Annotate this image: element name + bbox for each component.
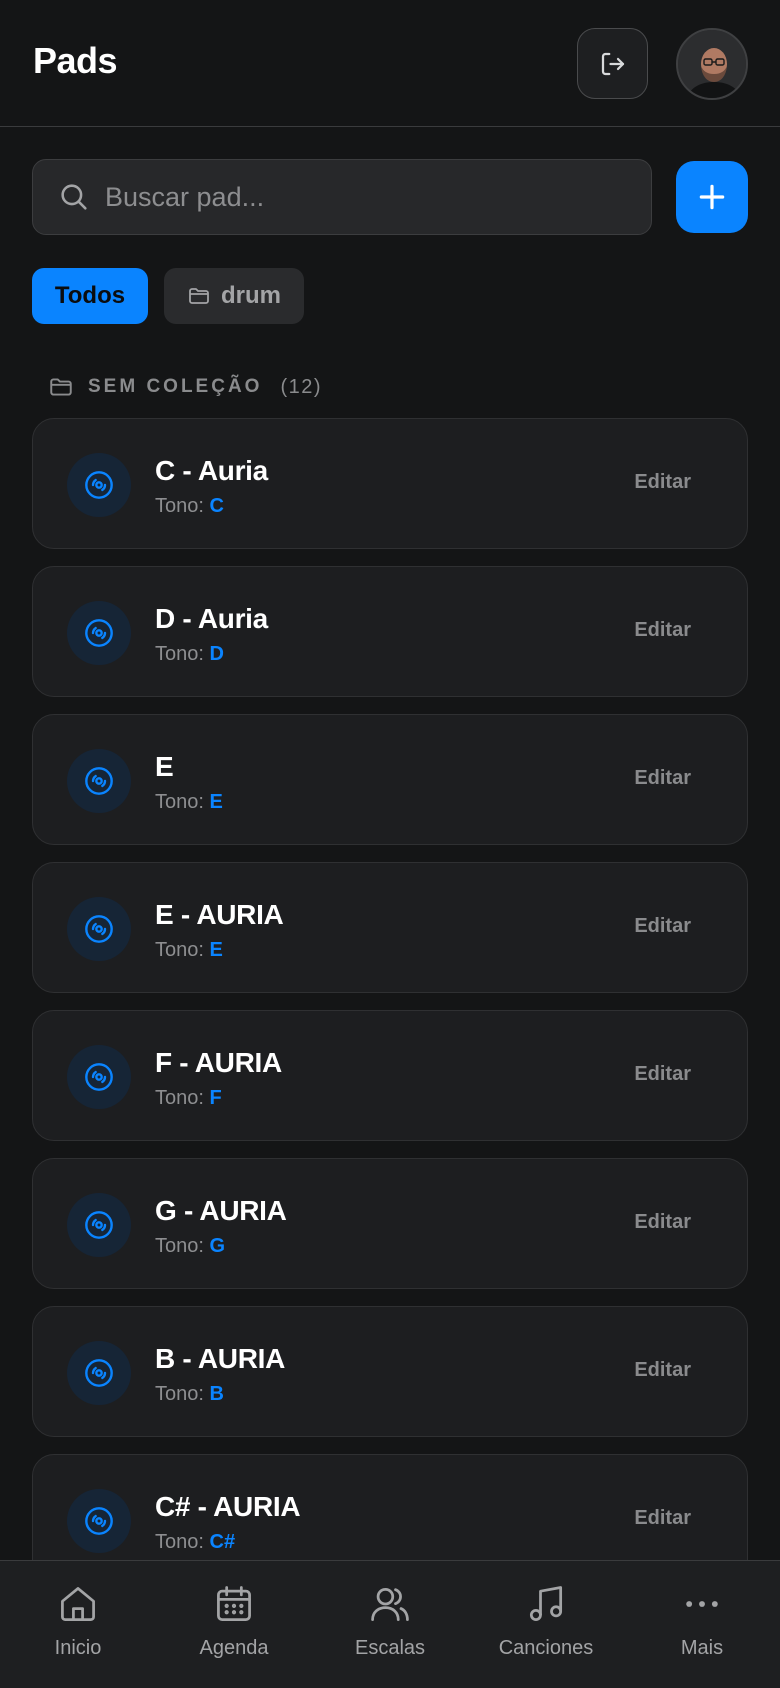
- logout-icon: [601, 52, 624, 75]
- edit-button[interactable]: Editar: [634, 1359, 691, 1382]
- pad-tone: Tono: G: [155, 1235, 225, 1258]
- tone-label: Tono:: [155, 791, 204, 813]
- user-avatar-image: [678, 30, 746, 98]
- tone-label: Tono:: [155, 1087, 204, 1109]
- home-icon: [55, 1581, 101, 1627]
- disc-icon: [67, 601, 131, 665]
- bottom-nav: Inicio Agenda Escalas Canciones Mais: [0, 1560, 780, 1688]
- header: Pads: [0, 0, 780, 127]
- filter-chip-label: drum: [221, 282, 281, 309]
- edit-button[interactable]: Editar: [634, 471, 691, 494]
- tone-label: Tono:: [155, 939, 204, 961]
- search-bar: [32, 159, 652, 235]
- disc-icon: [67, 1045, 131, 1109]
- pad-name: E: [155, 751, 174, 782]
- nav-label: Inicio: [54, 1637, 102, 1659]
- edit-button[interactable]: Editar: [634, 1507, 691, 1530]
- edit-button[interactable]: Editar: [634, 619, 691, 642]
- filter-chip-all[interactable]: Todos: [32, 268, 148, 324]
- more-icon: [679, 1581, 725, 1627]
- pad-name: C# - AURIA: [155, 1491, 301, 1522]
- nav-label: Agenda: [199, 1637, 269, 1659]
- nav-item-canciones[interactable]: Canciones: [468, 1561, 624, 1688]
- nav-label: Canciones: [498, 1637, 594, 1659]
- pad-tone: Tono: B: [155, 1383, 224, 1406]
- add-pad-button[interactable]: [676, 161, 748, 233]
- pad-tone: Tono: E: [155, 791, 223, 814]
- tone-label: Tono:: [155, 1531, 204, 1553]
- filter-chip-label: Todos: [54, 282, 126, 309]
- edit-button[interactable]: Editar: [634, 915, 691, 938]
- pad-list-item[interactable]: C - Auria Tono: C Editar: [32, 418, 748, 549]
- pad-tone: Tono: E: [155, 939, 223, 962]
- disc-icon: [67, 1193, 131, 1257]
- disc-icon: [67, 453, 131, 517]
- tone-value: F: [209, 1087, 222, 1109]
- search-icon: [61, 184, 87, 210]
- app-root: Pads Buscar pad... Todos drum SEM COLEÇÃ…: [0, 0, 780, 1688]
- pad-name: B - AURIA: [155, 1343, 286, 1374]
- music-note-icon: [523, 1581, 569, 1627]
- tone-label: Tono:: [155, 495, 204, 517]
- nav-label: Mais: [680, 1637, 724, 1659]
- pad-tone: Tono: C#: [155, 1531, 235, 1554]
- tone-value: E: [209, 939, 223, 961]
- edit-button[interactable]: Editar: [634, 767, 691, 790]
- calendar-icon: [211, 1581, 257, 1627]
- tone-value: D: [209, 643, 224, 665]
- page-title: Pads: [33, 40, 118, 81]
- pad-name: D - Auria: [155, 603, 268, 634]
- pad-list-item[interactable]: F - AURIA Tono: F Editar: [32, 1010, 748, 1141]
- users-icon: [367, 1581, 413, 1627]
- pad-list-item[interactable]: E Tono: E Editar: [32, 714, 748, 845]
- search-input[interactable]: [105, 160, 635, 234]
- nav-item-agenda[interactable]: Agenda: [156, 1561, 312, 1688]
- pad-tone: Tono: F: [155, 1087, 222, 1110]
- filter-chip-drum[interactable]: drum: [164, 268, 304, 324]
- section-header: SEM COLEÇÃO (12): [48, 372, 322, 402]
- tone-value: E: [209, 791, 223, 813]
- logout-button[interactable]: [577, 28, 648, 99]
- pad-tone: Tono: D: [155, 643, 224, 666]
- disc-icon: [67, 897, 131, 961]
- nav-item-mais[interactable]: Mais: [624, 1561, 780, 1688]
- avatar[interactable]: [676, 28, 748, 100]
- nav-label: Escalas: [354, 1637, 426, 1659]
- tone-value: G: [209, 1235, 226, 1257]
- folder-icon: [189, 288, 209, 304]
- disc-icon: [67, 1341, 131, 1405]
- tone-label: Tono:: [155, 643, 204, 665]
- section-title: SEM COLEÇÃO: [88, 376, 263, 397]
- pad-list-item[interactable]: B - AURIA Tono: B Editar: [32, 1306, 748, 1437]
- disc-icon: [67, 749, 131, 813]
- pad-list: C - Auria Tono: C Editar D - Auria Tono:…: [32, 418, 748, 1602]
- pad-tone: Tono: C: [155, 495, 224, 518]
- pad-name: G - AURIA: [155, 1195, 287, 1226]
- tone-value: C: [209, 495, 224, 517]
- nav-item-inicio[interactable]: Inicio: [0, 1561, 156, 1688]
- tone-label: Tono:: [155, 1383, 204, 1405]
- tone-label: Tono:: [155, 1235, 204, 1257]
- disc-icon: [67, 1489, 131, 1553]
- pad-name: C - Auria: [155, 455, 268, 486]
- tone-value: B: [209, 1383, 224, 1405]
- plus-icon: [699, 184, 725, 210]
- tone-value: C#: [209, 1531, 236, 1553]
- pad-name: F - AURIA: [155, 1047, 282, 1078]
- folder-icon: [50, 378, 72, 396]
- pad-name: E - AURIA: [155, 899, 284, 930]
- pad-list-item[interactable]: E - AURIA Tono: E Editar: [32, 862, 748, 993]
- section-count: (12): [280, 375, 323, 398]
- edit-button[interactable]: Editar: [634, 1211, 691, 1234]
- pad-list-item[interactable]: D - Auria Tono: D Editar: [32, 566, 748, 697]
- pad-list-item[interactable]: G - AURIA Tono: G Editar: [32, 1158, 748, 1289]
- nav-item-escalas[interactable]: Escalas: [312, 1561, 468, 1688]
- edit-button[interactable]: Editar: [634, 1063, 691, 1086]
